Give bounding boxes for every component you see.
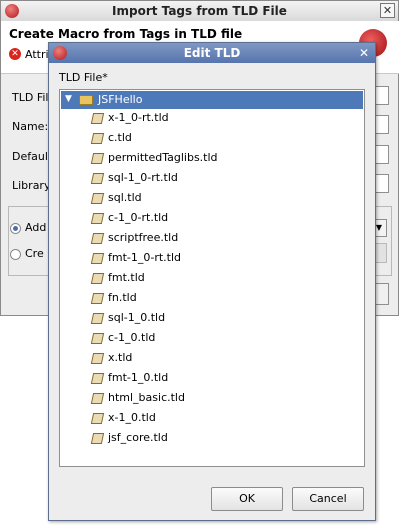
tld-file-field-label: TLD File* — [59, 71, 108, 84]
tld-file-icon — [90, 193, 105, 204]
create-radio[interactable] — [10, 249, 21, 260]
tree-item-label: c-1_0-rt.tld — [108, 211, 169, 224]
tree-item-label: x.tld — [108, 351, 133, 364]
cancel-button[interactable]: Cancel — [292, 487, 364, 511]
library-label: Library — [12, 179, 51, 192]
edit-tld-close-button[interactable]: ✕ — [357, 46, 371, 60]
tree-item-label: fmt-1_0.tld — [108, 371, 169, 384]
add-radio-label: Add — [25, 221, 47, 234]
expand-arrow-icon[interactable]: ▼ — [65, 94, 72, 104]
tree-item-label: fmt.tld — [108, 271, 145, 284]
tree-item-label: x-1_0.tld — [108, 411, 156, 424]
ok-button[interactable]: OK — [211, 487, 283, 511]
tree-item-label: c-1_0.tld — [108, 331, 156, 344]
tld-file-tree[interactable]: ▼ JSFHello x-1_0-rt.tld c.tld permittedTag… — [59, 89, 365, 467]
tld-file-icon — [90, 373, 105, 384]
tld-file-icon — [90, 293, 105, 304]
tree-item-label: fn.tld — [108, 291, 137, 304]
tree-item-label: sql-1_0.tld — [108, 311, 166, 324]
edit-tld-title: Edit TLD — [183, 46, 241, 60]
tld-file-icon — [90, 433, 105, 444]
tree-item-label: fmt-1_0-rt.tld — [108, 251, 182, 264]
tld-file-icon — [90, 393, 105, 404]
tld-file-icon — [90, 233, 105, 244]
import-dialog-title: Import Tags from TLD File — [112, 4, 287, 18]
tree-item-label: jsf_core.tld — [108, 431, 168, 444]
edit-tld-dialog: Edit TLD ✕ TLD File* ▼ JSFHello x-1_0-rt… — [48, 42, 376, 521]
tld-file-icon — [90, 113, 105, 124]
add-radio[interactable] — [10, 223, 21, 234]
name-label: Name: — [12, 120, 49, 133]
tld-file-icon — [90, 153, 105, 164]
create-radio-label: Cre — [25, 247, 44, 260]
tree-root-label: JSFHello — [98, 93, 143, 106]
import-dialog-titlebar[interactable]: Import Tags from TLD File ✕ — [1, 1, 398, 22]
tree-item-label: permittedTaglibs.tld — [108, 151, 218, 164]
tree-item-label: sql-1_0-rt.tld — [108, 171, 178, 184]
tree-item-label: scriptfree.tld — [108, 231, 179, 244]
tree-root-jsfhello[interactable]: ▼ JSFHello — [61, 91, 363, 109]
tree-item-label: html_basic.tld — [108, 391, 185, 404]
tld-file-icon — [90, 273, 105, 284]
tree-item-label: x-1_0-rt.tld — [108, 111, 169, 124]
edit-tld-titlebar[interactable]: Edit TLD ✕ — [49, 43, 375, 63]
tld-file-icon — [90, 353, 105, 364]
tld-file-icon — [90, 253, 105, 264]
tld-file-icon — [90, 173, 105, 184]
tld-file-icon — [90, 333, 105, 344]
error-icon: ✕ — [9, 48, 21, 60]
tld-file-icon — [90, 133, 105, 144]
folder-icon — [79, 95, 93, 105]
tree-item-label: sql.tld — [108, 191, 142, 204]
import-dialog-heading: Create Macro from Tags in TLD file — [9, 27, 243, 41]
tld-file-icon — [90, 313, 105, 324]
import-dialog-close-button[interactable]: ✕ — [380, 3, 395, 18]
tld-file-icon — [90, 213, 105, 224]
tree-item-label: c.tld — [108, 131, 132, 144]
tld-file-icon — [90, 413, 105, 424]
default-label: Default — [12, 150, 53, 163]
